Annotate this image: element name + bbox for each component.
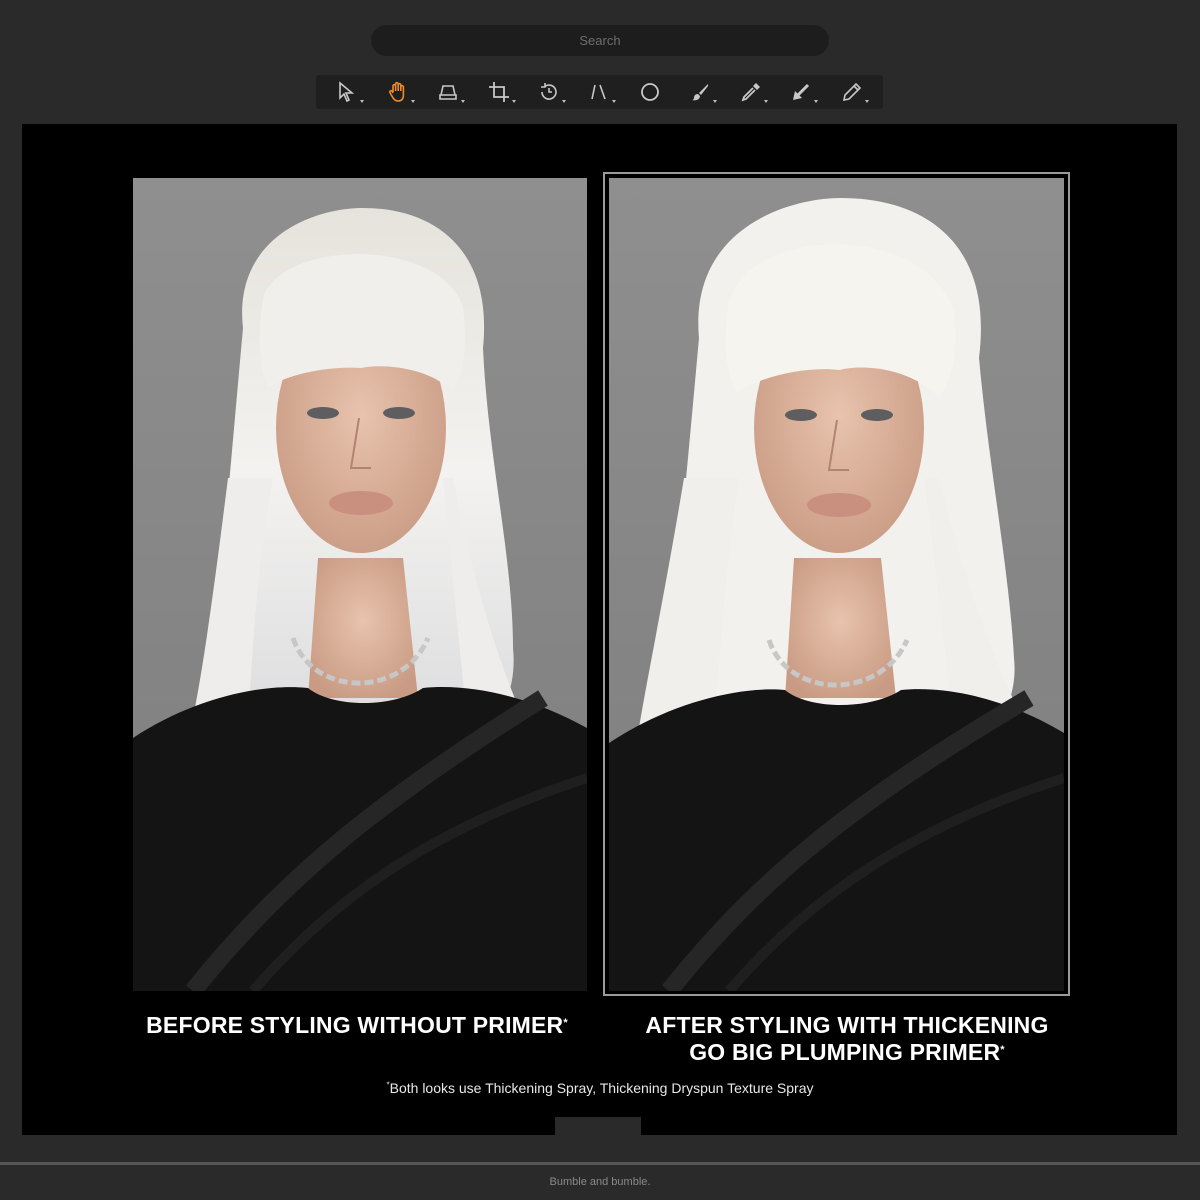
- perspective-lines-icon: [591, 84, 607, 100]
- stamp-icon: [439, 85, 457, 100]
- select-arrow-icon: [339, 81, 355, 103]
- arrow-tool-icon: [793, 83, 810, 100]
- canvas-bottom-tab[interactable]: [555, 1117, 641, 1135]
- eyedropper-icon: [741, 83, 760, 102]
- after-caption-asterisk: *: [1000, 1044, 1005, 1056]
- brush-icon: [692, 84, 709, 101]
- after-caption: AFTER STYLING WITH THICKENING GO BIG PLU…: [597, 1012, 1097, 1066]
- before-caption: BEFORE STYLING WITHOUT PRIMER*: [122, 1012, 592, 1039]
- brush-tool[interactable]: [680, 77, 720, 107]
- pencil-tool[interactable]: [832, 77, 872, 107]
- crop-tool[interactable]: [479, 77, 519, 107]
- eyedropper-tool[interactable]: [731, 77, 771, 107]
- divider: [0, 1162, 1200, 1165]
- after-caption-line1: AFTER STYLING WITH THICKENING: [645, 1012, 1049, 1038]
- ellipse-tool[interactable]: [630, 77, 670, 107]
- select-arrow-tool[interactable]: [327, 77, 367, 107]
- toolbar: [316, 75, 883, 109]
- pencil-icon: [842, 82, 861, 102]
- hand-tool[interactable]: [378, 77, 418, 107]
- rotate-tool[interactable]: [529, 77, 569, 107]
- search-bar[interactable]: Search: [371, 25, 829, 56]
- ellipse-icon: [641, 83, 659, 101]
- before-portrait-image: [133, 178, 587, 991]
- before-photo: [133, 178, 587, 991]
- image-canvas[interactable]: BEFORE STYLING WITHOUT PRIMER* AFTER STY…: [22, 124, 1177, 1135]
- crop-icon: [488, 82, 509, 102]
- hand-icon: [388, 81, 404, 102]
- perspective-tool[interactable]: [579, 77, 619, 107]
- stamp-tool[interactable]: [428, 77, 468, 107]
- after-photo: [609, 178, 1064, 991]
- arrow-tool[interactable]: [781, 77, 821, 107]
- before-caption-asterisk: *: [563, 1017, 568, 1029]
- before-caption-text: BEFORE STYLING WITHOUT PRIMER: [146, 1012, 564, 1038]
- footnote-text: Both looks use Thickening Spray, Thicken…: [389, 1080, 814, 1096]
- footnote: *Both looks use Thickening Spray, Thicke…: [322, 1080, 878, 1096]
- status-bar-text: Bumble and bumble.: [549, 1176, 651, 1188]
- after-caption-line2: GO BIG PLUMPING PRIMER: [689, 1039, 1001, 1065]
- after-portrait-image: [609, 178, 1064, 991]
- rotate-icon: [541, 83, 557, 100]
